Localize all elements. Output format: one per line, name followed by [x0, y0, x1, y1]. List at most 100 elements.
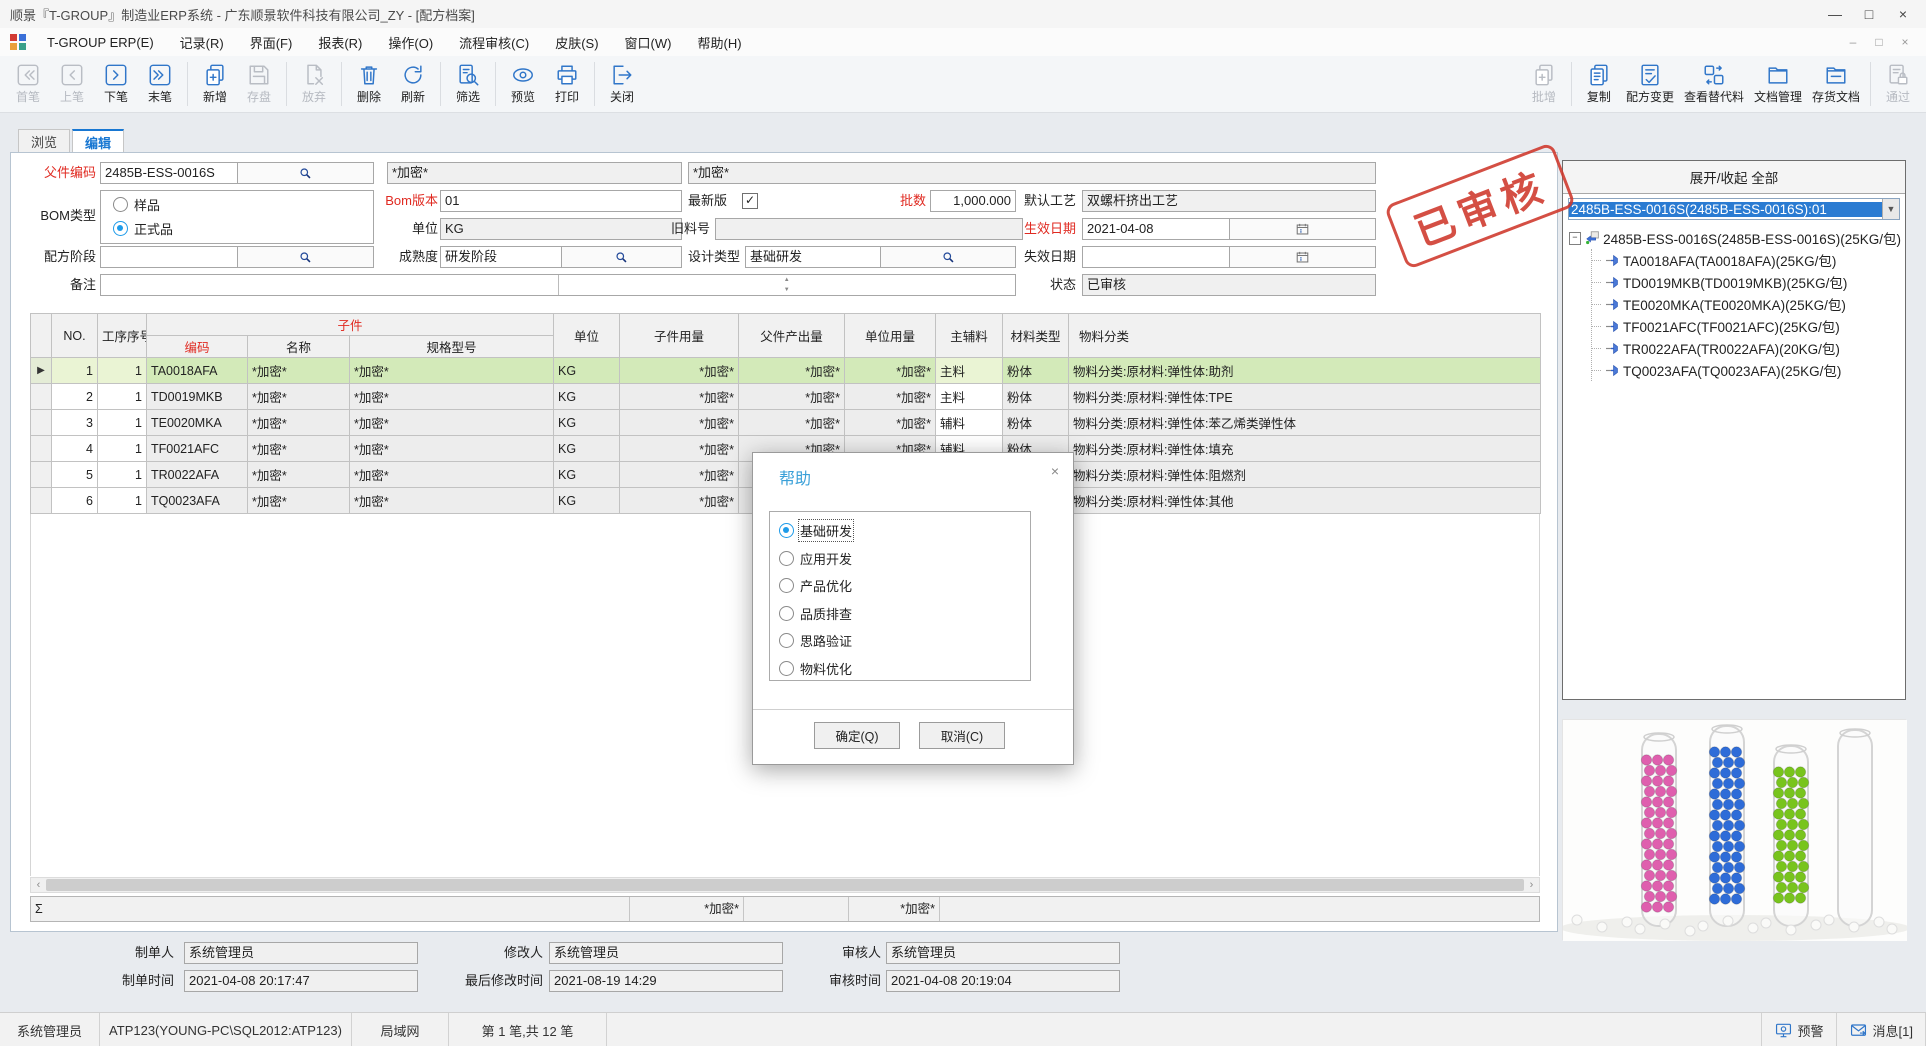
cell-op[interactable]: 1	[98, 384, 147, 410]
cell-op[interactable]: 1	[98, 462, 147, 488]
cell-name[interactable]: *加密*	[248, 358, 350, 384]
mdi-close-icon[interactable]: ×	[1892, 35, 1918, 49]
mdi-minimize-icon[interactable]: –	[1840, 35, 1866, 49]
calendar-icon[interactable]	[1229, 219, 1376, 239]
toolbar-add-button[interactable]: 新增	[193, 56, 237, 112]
tree-item-3[interactable]: TF0021AFC(TF0021AFC)(25KG/包)	[1592, 315, 1901, 337]
table-row[interactable]: 21TD0019MKB*加密**加密*KG*加密**加密**加密*主料粉体物料分…	[31, 384, 1541, 410]
menu-item-5[interactable]: 流程审核(C)	[446, 33, 542, 52]
maximize-icon[interactable]: □	[1852, 6, 1886, 22]
dialog-option-4[interactable]: 思路验证	[779, 631, 852, 650]
row-indicator[interactable]	[31, 462, 52, 488]
tab-browse[interactable]: 浏览	[18, 129, 70, 154]
dialog-option-0[interactable]: 基础研发	[779, 521, 852, 540]
toolbar-preview-button[interactable]: 预览	[501, 56, 545, 112]
cell-unit_qty[interactable]: *加密*	[845, 384, 936, 410]
batch-field[interactable]: 1,000.000	[930, 190, 1016, 212]
menu-item-4[interactable]: 操作(O)	[375, 33, 446, 52]
radio-icon[interactable]	[779, 606, 794, 621]
radio-icon[interactable]	[779, 633, 794, 648]
maturity-field[interactable]: 研发阶段	[440, 246, 682, 268]
cell-unit[interactable]: KG	[554, 462, 620, 488]
cell-spec[interactable]: *加密*	[350, 384, 554, 410]
dialog-option-5[interactable]: 物料优化	[779, 659, 852, 678]
expire-date-field[interactable]	[1082, 246, 1376, 268]
expand-collapse-all-button[interactable]: 展开/收起 全部	[1563, 161, 1905, 194]
cell-parent_out[interactable]: *加密*	[739, 358, 845, 384]
toolbar-formula-change-button[interactable]: 配方变更	[1621, 56, 1679, 112]
cell-no[interactable]: 4	[52, 436, 98, 462]
toolbar-filter-button[interactable]: 筛选	[446, 56, 490, 112]
radio-icon[interactable]	[779, 578, 794, 593]
cell-parent_out[interactable]: *加密*	[739, 384, 845, 410]
menu-item-6[interactable]: 皮肤(S)	[542, 33, 611, 52]
cell-code[interactable]: TF0021AFC	[147, 436, 248, 462]
row-indicator[interactable]	[31, 436, 52, 462]
cell-name[interactable]: *加密*	[248, 488, 350, 514]
cell-name[interactable]: *加密*	[248, 410, 350, 436]
dialog-option-3[interactable]: 品质排查	[779, 604, 852, 623]
cell-unit_qty[interactable]: *加密*	[845, 358, 936, 384]
cell-child_qty[interactable]: *加密*	[620, 384, 739, 410]
latest-version-checkbox[interactable]: ✓	[742, 193, 758, 209]
calendar-icon[interactable]	[1229, 247, 1376, 267]
cell-no[interactable]: 6	[52, 488, 98, 514]
scroll-left-icon[interactable]: ‹	[31, 879, 46, 891]
table-row[interactable]: ▶11TA0018AFA*加密**加密*KG*加密**加密**加密*主料粉体物料…	[31, 358, 1541, 384]
close-icon[interactable]: ×	[1886, 6, 1920, 22]
table-row[interactable]: 31TE0020MKA*加密**加密*KG*加密**加密**加密*辅料粉体物料分…	[31, 410, 1541, 436]
lookup-icon[interactable]	[237, 163, 374, 183]
cell-no[interactable]: 5	[52, 462, 98, 488]
cell-unit[interactable]: KG	[554, 358, 620, 384]
cell-unit[interactable]: KG	[554, 410, 620, 436]
cell-code[interactable]: TD0019MKB	[147, 384, 248, 410]
row-indicator[interactable]	[31, 488, 52, 514]
cell-code[interactable]: TR0022AFA	[147, 462, 248, 488]
cell-name[interactable]: *加密*	[248, 462, 350, 488]
radio-icon[interactable]	[113, 197, 128, 212]
ok-button[interactable]: 确定(Q)	[814, 722, 900, 749]
cell-unit[interactable]: KG	[554, 384, 620, 410]
toolbar-nav-last-button[interactable]: 末笔	[138, 56, 182, 112]
cell-op[interactable]: 1	[98, 358, 147, 384]
toolbar-copy-button[interactable]: 复制	[1577, 56, 1621, 112]
cell-child_qty[interactable]: *加密*	[620, 462, 739, 488]
cell-no[interactable]: 3	[52, 410, 98, 436]
alert-button[interactable]: 预警	[1762, 1013, 1837, 1046]
radio-icon[interactable]	[779, 551, 794, 566]
toolbar-view-substitute-button[interactable]: 查看替代料	[1679, 56, 1749, 112]
cell-child_qty[interactable]: *加密*	[620, 410, 739, 436]
chevron-down-icon[interactable]: ▼	[1882, 199, 1899, 219]
cell-name[interactable]: *加密*	[248, 384, 350, 410]
cell-code[interactable]: TE0020MKA	[147, 410, 248, 436]
grid-hscrollbar[interactable]: ‹ ›	[30, 877, 1540, 893]
lookup-icon[interactable]	[880, 247, 1015, 267]
design-type-field[interactable]: 基础研发	[745, 246, 1016, 268]
row-indicator[interactable]	[31, 410, 52, 436]
cell-mat_class[interactable]: 物料分类:原材料:弹性体:阻燃剂	[1069, 462, 1541, 488]
toolbar-refresh-button[interactable]: 刷新	[391, 56, 435, 112]
tree-item-5[interactable]: TQ0023AFA(TQ0023AFA)(25KG/包)	[1592, 359, 1901, 381]
cell-code[interactable]: TA0018AFA	[147, 358, 248, 384]
effective-date-field[interactable]: 2021-04-08	[1082, 218, 1376, 240]
collapse-icon[interactable]: −	[1569, 232, 1581, 245]
menu-item-0[interactable]: T-GROUP ERP(E)	[34, 35, 167, 50]
toolbar-stock-doc-button[interactable]: 存货文档	[1807, 56, 1865, 112]
cell-op[interactable]: 1	[98, 410, 147, 436]
row-indicator[interactable]	[31, 384, 52, 410]
toolbar-print-button[interactable]: 打印	[545, 56, 589, 112]
cell-mat_type[interactable]: 粉体	[1003, 358, 1069, 384]
cell-mat_class[interactable]: 物料分类:原材料:弹性体:苯乙烯类弹性体	[1069, 410, 1541, 436]
row-indicator[interactable]: ▶	[31, 358, 52, 384]
cell-no[interactable]: 2	[52, 384, 98, 410]
toolbar-nav-next-button[interactable]: 下笔	[94, 56, 138, 112]
mdi-restore-icon[interactable]: □	[1866, 35, 1892, 49]
menu-item-3[interactable]: 报表(R)	[305, 33, 375, 52]
tree-item-2[interactable]: TE0020MKA(TE0020MKA)(25KG/包)	[1592, 293, 1901, 315]
tree-item-1[interactable]: TD0019MKB(TD0019MKB)(25KG/包)	[1592, 271, 1901, 293]
bom-version-field[interactable]: 01	[440, 190, 682, 212]
cell-mat_type[interactable]: 粉体	[1003, 384, 1069, 410]
menu-item-1[interactable]: 记录(R)	[167, 33, 237, 52]
cell-code[interactable]: TQ0023AFA	[147, 488, 248, 514]
cell-unit_qty[interactable]: *加密*	[845, 410, 936, 436]
